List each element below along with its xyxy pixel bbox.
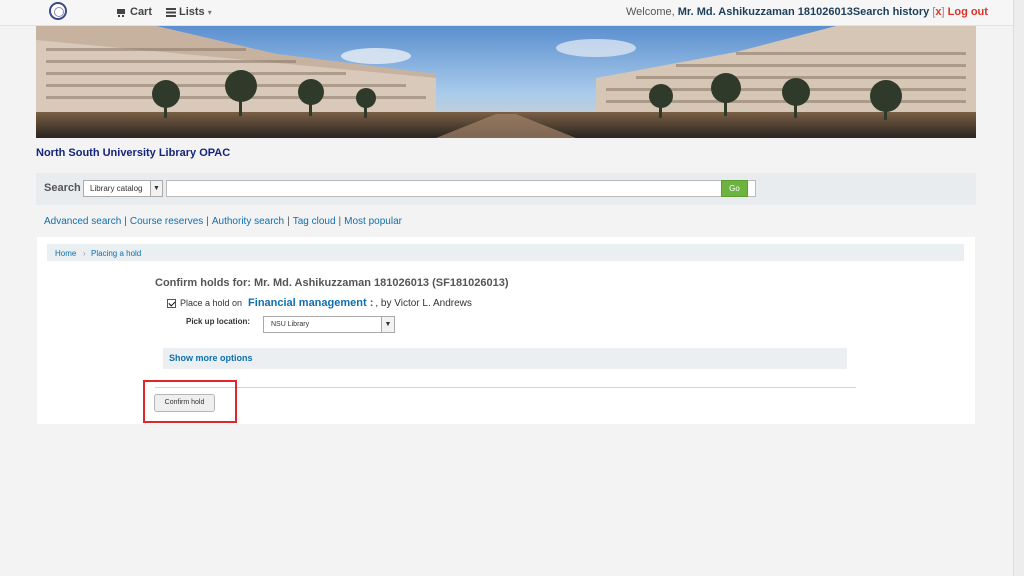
user-welcome: Welcome, Mr. Md. Ashikuzzaman 181026013S… <box>626 6 988 18</box>
bracket-close: ] <box>941 6 945 18</box>
search-scope-select[interactable]: Library catalog ▼ <box>83 180 163 197</box>
campus-banner-image <box>36 26 976 138</box>
chevron-down-icon: ▼ <box>381 317 394 332</box>
university-logo-icon[interactable] <box>49 2 67 20</box>
show-more-options-label: Show more options <box>169 353 253 363</box>
form-divider <box>155 387 856 388</box>
search-history-link[interactable]: Search history <box>853 6 929 18</box>
user-name-link[interactable]: Mr. Md. Ashikuzzaman 181026013 <box>678 6 853 18</box>
tag-cloud-link[interactable]: Tag cloud <box>293 216 336 227</box>
show-more-options-toggle[interactable]: Show more options <box>163 348 847 369</box>
nav-separator: | <box>338 216 342 227</box>
search-label: Search <box>44 182 81 194</box>
pickup-location-label: Pick up location: <box>186 317 251 326</box>
logout-link[interactable]: Log out <box>948 6 988 18</box>
cart-label: Cart <box>130 6 153 18</box>
breadcrumb-home-link[interactable]: Home <box>55 249 76 258</box>
book-author: , by Victor L. Andrews <box>375 297 472 309</box>
top-navbar: Cart Lists ▾ Welcome, Mr. Md. Ashikuzzam… <box>0 0 1014 26</box>
nav-separator: | <box>287 216 290 227</box>
book-title-link[interactable]: Financial management : <box>248 297 373 309</box>
chevron-down-icon: ▼ <box>150 181 162 196</box>
breadcrumb: Home › Placing a hold <box>47 244 964 261</box>
search-go-button[interactable]: Go <box>721 180 748 197</box>
course-reserves-link[interactable]: Course reserves <box>130 216 203 227</box>
hold-item-row: Place a hold on Financial management : ,… <box>167 297 472 309</box>
lists-menu-button[interactable]: Lists ▾ <box>166 6 212 18</box>
welcome-prefix: Welcome, <box>626 6 675 18</box>
pickup-location-value: NSU Library <box>271 321 310 328</box>
breadcrumb-separator: › <box>83 249 86 258</box>
place-hold-label: Place a hold on <box>180 298 243 308</box>
confirm-hold-button[interactable]: Confirm hold <box>154 394 215 412</box>
cart-icon <box>116 8 127 17</box>
most-popular-link[interactable]: Most popular <box>344 216 402 227</box>
authority-search-link[interactable]: Authority search <box>212 216 284 227</box>
caret-down-icon: ▾ <box>207 7 212 17</box>
lists-label: Lists <box>179 6 205 18</box>
advanced-search-link[interactable]: Advanced search <box>44 216 121 227</box>
site-title[interactable]: North South University Library OPAC <box>36 147 230 159</box>
page-scrollbar[interactable] <box>1013 0 1024 576</box>
opac-nav-links: Advanced search | Course reserves | Authorit… <box>44 216 402 227</box>
hold-item-checkbox[interactable] <box>167 298 176 308</box>
search-bar: Search Library catalog ▼ Go <box>36 173 976 205</box>
cart-button[interactable]: Cart <box>116 6 152 18</box>
list-icon <box>166 7 176 17</box>
search-scope-value: Library catalog <box>90 184 143 193</box>
nav-separator: | <box>206 216 209 227</box>
search-input[interactable] <box>166 180 756 197</box>
breadcrumb-current-link[interactable]: Placing a hold <box>91 249 141 258</box>
nav-separator: | <box>124 216 127 227</box>
page-title: Confirm holds for: Mr. Md. Ashikuzzaman … <box>155 277 509 289</box>
pickup-location-select[interactable]: NSU Library ▼ <box>263 316 395 333</box>
